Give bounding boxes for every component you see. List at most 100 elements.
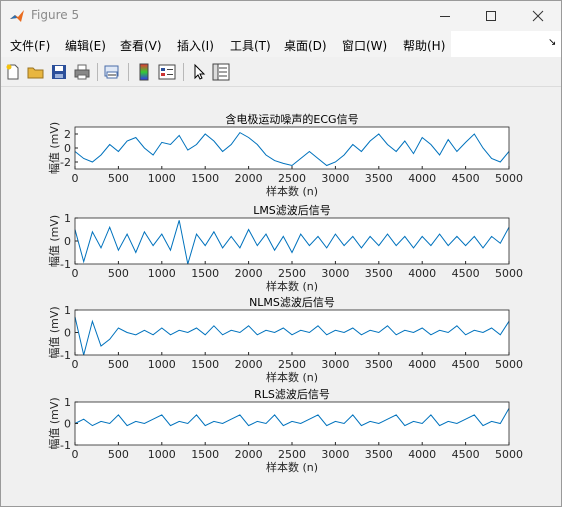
x-tick-label: 5000 [495,448,523,461]
x-tick-label: 5000 [495,358,523,371]
x-axis-label: 样本数 (n) [266,279,318,293]
x-tick-label: 4000 [408,358,436,371]
subplot-4: 0 500 1000 1500 2000 2500 3000 3500 4000 4500 5000… [48,388,523,474]
toolbar-separator [183,63,184,81]
y-tick-label: -1 [60,439,71,452]
menu-file[interactable]: 文件(F) [10,37,50,54]
close-button[interactable] [514,1,560,31]
y-tick-label: 2 [64,128,71,141]
insert-legend-icon[interactable] [158,63,176,81]
x-tick-label: 500 [108,172,129,185]
menu-view[interactable]: 查看(V) [120,37,162,54]
link-plot-icon[interactable] [103,63,121,81]
x-tick-label: 500 [108,267,129,280]
x-tick-label: 2000 [235,448,263,461]
menu-edit[interactable]: 编辑(E) [65,37,106,54]
title-bar[interactable]: Figure 5 [1,1,561,31]
x-tick-label: 500 [108,358,129,371]
edit-plot-arrow-icon[interactable] [190,63,208,81]
x-axis-label: 样本数 (n) [266,460,318,474]
subplot-2: 0 500 1000 1500 2000 2500 3000 3500 4000 4500 5000… [48,204,523,293]
x-tick-label: 0 [72,172,79,185]
x-tick-label: 4500 [452,172,480,185]
x-tick-label: 3000 [321,267,349,280]
x-tick-label: 2500 [278,358,306,371]
y-tick-label: 1 [64,212,71,225]
x-tick-label: 2000 [235,267,263,280]
y-tick-label: 0 [64,418,71,431]
x-axis-label: 样本数 (n) [266,184,318,198]
new-figure-icon[interactable] [4,63,22,81]
x-tick-label: 1000 [148,172,176,185]
x-tick-label: 4000 [408,172,436,185]
menu-tools[interactable]: 工具(T) [230,37,271,54]
x-tick-label: 4500 [452,448,480,461]
toolbar-separator [97,63,98,81]
x-tick-label: 0 [72,267,79,280]
maximize-icon [486,11,496,21]
x-tick-label: 2500 [278,172,306,185]
y-tick-label: 0 [64,235,71,248]
x-tick-label: 500 [108,448,129,461]
x-tick-label: 3000 [321,172,349,185]
x-tick-label: 2500 [278,448,306,461]
toolbar-separator [128,63,129,81]
figure-canvas: 0 500 1000 1500 2000 2500 3000 3500 4000 4500 5000… [2,87,560,505]
y-tick-label: 1 [64,396,71,409]
menu-overflow-arrow-icon[interactable]: ↘ [548,37,556,48]
x-tick-label: 1000 [148,267,176,280]
subplots: 0 500 1000 1500 2000 2500 3000 3500 4000 4500 5000… [48,112,523,474]
x-tick-label: 3500 [365,448,393,461]
menu-window[interactable]: 窗口(W) [342,37,387,54]
minimize-button[interactable] [422,1,468,31]
x-tick-label: 4000 [408,267,436,280]
matlab-logo-icon [10,10,24,22]
x-tick-label: 3500 [365,267,393,280]
insert-colorbar-icon[interactable] [135,63,153,81]
minimize-icon [440,16,450,17]
y-axis-label: 幅值 (mV) [48,306,61,358]
x-tick-label: 1500 [191,448,219,461]
subplot-1: 0 500 1000 1500 2000 2500 3000 3500 4000 4500 5000… [48,112,523,198]
x-tick-label: 4500 [452,358,480,371]
subplot-title: 含电极运动噪声的ECG信号 [225,112,358,126]
x-tick-label: 2000 [235,358,263,371]
y-tick-label: -2 [60,156,71,169]
x-tick-label: 1000 [148,358,176,371]
maximize-button[interactable] [468,1,514,31]
x-tick-label: 3500 [365,172,393,185]
close-icon [532,10,544,22]
x-tick-label: 3000 [321,448,349,461]
subplot-title: LMS滤波后信号 [253,204,331,217]
property-inspector-icon[interactable] [212,63,230,81]
y-tick-label: -1 [60,349,71,362]
x-tick-label: 2000 [235,172,263,185]
print-icon[interactable] [73,63,91,81]
y-axis-label: 幅值 (mV) [48,397,61,449]
subplot-title: RLS滤波后信号 [254,388,330,401]
menu-help[interactable]: 帮助(H) [403,37,445,54]
window-title: Figure 5 [31,8,80,22]
x-tick-label: 4500 [452,267,480,280]
x-tick-label: 5000 [495,172,523,185]
x-tick-label: 1500 [191,172,219,185]
x-tick-label: 3500 [365,358,393,371]
y-tick-label: 0 [64,142,71,155]
figure-window: Figure 5 文件(F) 编辑(E) 查看(V) 插入(I) 工具(T) 桌… [0,0,562,507]
y-tick-label: 1 [64,304,71,317]
subplot-title: NLMS滤波后信号 [249,296,335,309]
y-axis-label: 幅值 (mV) [48,122,61,174]
y-tick-label: -1 [60,258,71,271]
menu-insert[interactable]: 插入(I) [177,37,214,54]
x-tick-label: 5000 [495,267,523,280]
x-tick-label: 2500 [278,267,306,280]
x-tick-label: 1500 [191,358,219,371]
save-icon[interactable] [50,63,68,81]
menu-desktop[interactable]: 桌面(D) [284,37,327,54]
x-axis-label: 样本数 (n) [266,370,318,384]
open-file-icon[interactable] [27,63,45,81]
subplot-3: 0 500 1000 1500 2000 2500 3000 3500 4000 4500 5000… [48,296,523,384]
x-tick-label: 0 [72,358,79,371]
x-tick-label: 0 [72,448,79,461]
y-axis-label: 幅值 (mV) [48,215,61,267]
